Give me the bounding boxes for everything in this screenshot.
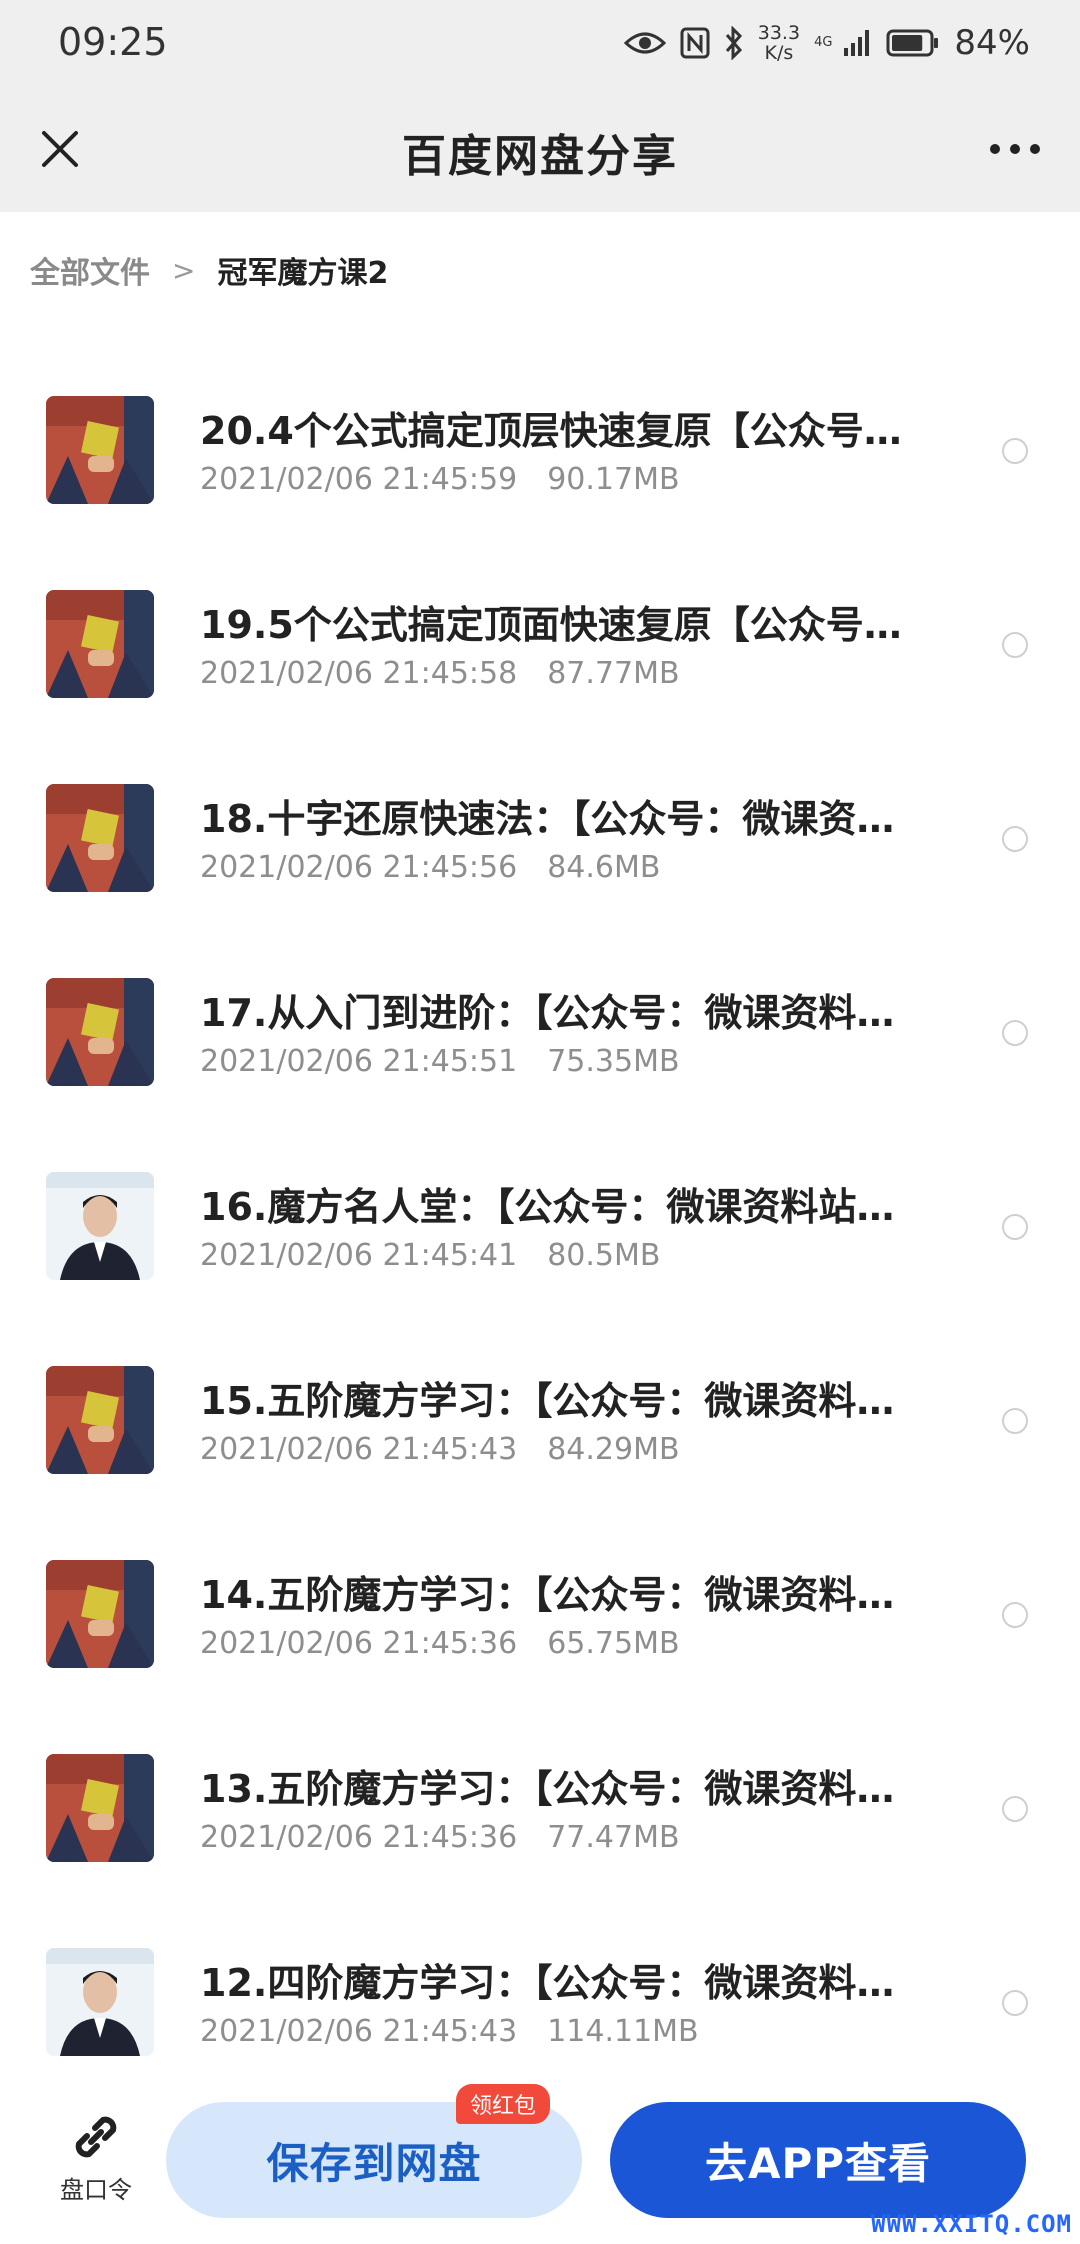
file-size: 84.6MB xyxy=(547,850,661,885)
file-row[interactable]: 19.5个公式搞定顶面快速复原【公众号… 2021/02/06 21:45:58… xyxy=(0,584,1080,778)
select-radio[interactable] xyxy=(1002,1990,1028,2016)
bluetooth-icon xyxy=(724,26,744,60)
network-type: 4G xyxy=(814,35,833,50)
file-size: 65.75MB xyxy=(547,1626,680,1661)
file-name: 16.魔方名人堂：【公众号：微课资料站… xyxy=(200,1185,895,1229)
file-meta: 2021/02/06 21:45:59 90.17MB xyxy=(200,462,680,497)
speed-unit: K/s xyxy=(764,42,794,64)
app-bar: 百度网盘分享 xyxy=(0,86,1080,212)
file-meta: 2021/02/06 21:45:43 114.11MB xyxy=(200,2014,699,2049)
nfc-icon xyxy=(680,27,710,59)
battery-percent: 84% xyxy=(954,23,1030,63)
video-thumbnail xyxy=(46,396,154,504)
file-size: 80.5MB xyxy=(547,1238,661,1273)
video-thumbnail xyxy=(46,1172,154,1280)
battery-icon xyxy=(886,29,940,57)
file-date: 2021/02/06 21:45:43 xyxy=(200,2014,518,2049)
breadcrumb: 全部文件 > 冠军魔方课2 xyxy=(30,248,388,292)
signal-icon xyxy=(842,28,872,58)
file-meta: 2021/02/06 21:45:36 77.47MB xyxy=(200,1820,680,1855)
breadcrumb-root[interactable]: 全部文件 xyxy=(30,248,150,292)
file-row[interactable]: 14.五阶魔方学习：【公众号：微课资料… 2021/02/06 21:45:36… xyxy=(0,1554,1080,1748)
select-radio[interactable] xyxy=(1002,438,1028,464)
file-date: 2021/02/06 21:45:43 xyxy=(200,1432,518,1467)
file-date: 2021/02/06 21:45:36 xyxy=(200,1626,518,1661)
file-date: 2021/02/06 21:45:36 xyxy=(200,1820,518,1855)
video-thumbnail xyxy=(46,1560,154,1668)
file-meta: 2021/02/06 21:45:56 84.6MB xyxy=(200,850,660,885)
video-thumbnail xyxy=(46,784,154,892)
file-name: 18.十字还原快速法：【公众号：微课资… xyxy=(200,797,895,841)
select-radio[interactable] xyxy=(1002,1796,1028,1822)
speed-value: 33.3 xyxy=(757,22,801,44)
file-row[interactable]: 15.五阶魔方学习：【公众号：微课资料… 2021/02/06 21:45:43… xyxy=(0,1360,1080,1554)
video-thumbnail xyxy=(46,590,154,698)
file-name: 13.五阶魔方学习：【公众号：微课资料… xyxy=(200,1767,895,1811)
file-row[interactable]: 18.十字还原快速法：【公众号：微课资… 2021/02/06 21:45:56… xyxy=(0,778,1080,972)
breadcrumb-current: 冠军魔方课2 xyxy=(217,256,389,291)
file-meta: 2021/02/06 21:45:51 75.35MB xyxy=(200,1044,680,1079)
file-size: 84.29MB xyxy=(547,1432,680,1467)
status-bar: 09:25 33.3 K/s 4G 84% xyxy=(0,0,1080,86)
file-date: 2021/02/06 21:45:56 xyxy=(200,850,518,885)
file-name: 15.五阶魔方学习：【公众号：微课资料… xyxy=(200,1379,895,1423)
more-icon xyxy=(990,144,1040,154)
page-title: 百度网盘分享 xyxy=(402,131,678,182)
file-row[interactable]: 16.魔方名人堂：【公众号：微课资料站… 2021/02/06 21:45:41… xyxy=(0,1166,1080,1360)
file-date: 2021/02/06 21:45:59 xyxy=(200,462,518,497)
video-thumbnail xyxy=(46,1754,154,1862)
red-packet-badge[interactable]: 领红包 xyxy=(456,2084,551,2124)
file-list: 20.4个公式搞定顶层快速复原【公众号… 2021/02/06 21:45:59… xyxy=(0,390,1080,2136)
file-row[interactable]: 17.从入门到进阶：【公众号：微课资料… 2021/02/06 21:45:51… xyxy=(0,972,1080,1166)
select-radio[interactable] xyxy=(1002,1408,1028,1434)
file-meta: 2021/02/06 21:45:41 80.5MB xyxy=(200,1238,660,1273)
breadcrumb-separator: > xyxy=(172,253,196,287)
select-radio[interactable] xyxy=(1002,826,1028,852)
file-name: 17.从入门到进阶：【公众号：微课资料… xyxy=(200,991,895,1035)
network-speed: 33.3 K/s xyxy=(758,23,800,63)
file-size: 114.11MB xyxy=(547,2014,699,2049)
select-radio[interactable] xyxy=(1002,1602,1028,1628)
file-meta: 2021/02/06 21:45:43 84.29MB xyxy=(200,1432,680,1467)
status-time: 09:25 xyxy=(58,20,168,64)
file-size: 87.77MB xyxy=(547,656,680,691)
file-row[interactable]: 20.4个公式搞定顶层快速复原【公众号… 2021/02/06 21:45:59… xyxy=(0,390,1080,584)
link-icon xyxy=(75,2116,117,2158)
more-button[interactable] xyxy=(980,119,1050,179)
bottom-bar: 盘口令 保存到网盘 领红包 去APP查看 WWW.XXITQ.COM xyxy=(0,2080,1080,2244)
select-radio[interactable] xyxy=(1002,1214,1028,1240)
file-size: 90.17MB xyxy=(547,462,680,497)
share-code-button[interactable]: 盘口令 xyxy=(52,2108,140,2205)
select-radio[interactable] xyxy=(1002,1020,1028,1046)
video-thumbnail xyxy=(46,1948,154,2056)
file-name: 19.5个公式搞定顶面快速复原【公众号… xyxy=(200,603,902,647)
file-name: 12.四阶魔方学习：【公众号：微课资料… xyxy=(200,1961,895,2005)
select-radio[interactable] xyxy=(1002,632,1028,658)
file-date: 2021/02/06 21:45:41 xyxy=(200,1238,518,1273)
file-date: 2021/02/06 21:45:58 xyxy=(200,656,518,691)
share-code-label: 盘口令 xyxy=(60,2176,132,2204)
status-icons: 33.3 K/s 4G 84% xyxy=(623,18,1030,68)
file-row[interactable]: 13.五阶魔方学习：【公众号：微课资料… 2021/02/06 21:45:36… xyxy=(0,1748,1080,1942)
file-meta: 2021/02/06 21:45:36 65.75MB xyxy=(200,1626,680,1661)
eye-icon xyxy=(623,29,666,57)
file-name: 20.4个公式搞定顶层快速复原【公众号… xyxy=(200,409,902,453)
open-app-button[interactable]: 去APP查看 xyxy=(610,2102,1026,2218)
file-meta: 2021/02/06 21:45:58 87.77MB xyxy=(200,656,680,691)
file-size: 75.35MB xyxy=(547,1044,680,1079)
file-date: 2021/02/06 21:45:51 xyxy=(200,1044,518,1079)
watermark: WWW.XXITQ.COM xyxy=(871,2210,1072,2238)
file-size: 77.47MB xyxy=(547,1820,680,1855)
video-thumbnail xyxy=(46,978,154,1086)
file-name: 14.五阶魔方学习：【公众号：微课资料… xyxy=(200,1573,895,1617)
video-thumbnail xyxy=(46,1366,154,1474)
